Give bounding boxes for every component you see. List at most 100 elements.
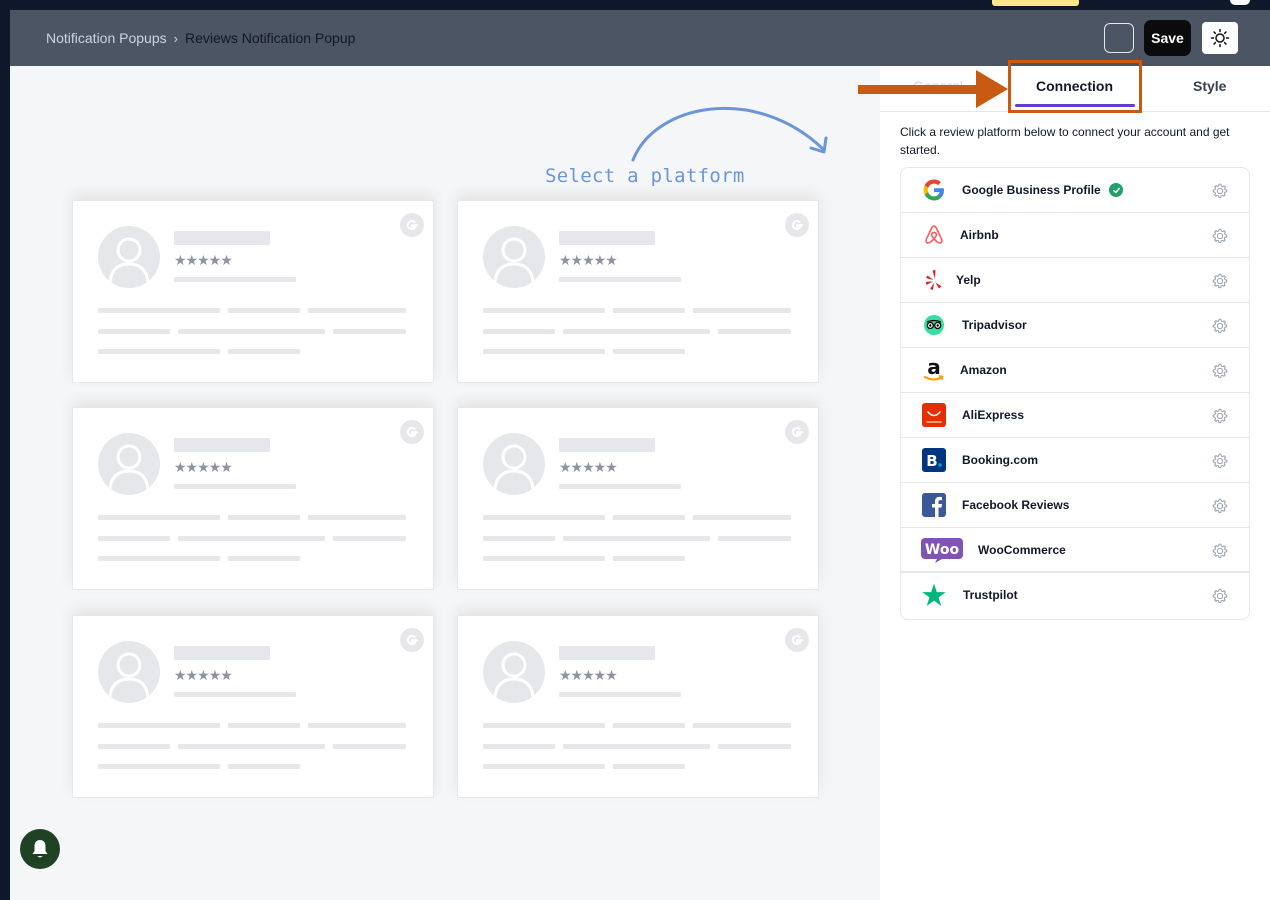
gear-icon[interactable] — [1211, 407, 1229, 425]
breadcrumb-parent-link[interactable]: Notification Popups — [46, 30, 167, 46]
date-placeholder-bar — [559, 277, 681, 282]
gear-icon[interactable] — [1211, 542, 1229, 560]
platform-name: Trustpilot — [963, 588, 1018, 602]
review-card-placeholder: ★★★★★ — [457, 407, 819, 590]
svg-text:Woo: Woo — [925, 542, 960, 558]
name-placeholder-bar — [559, 231, 655, 245]
gear-icon[interactable] — [1211, 272, 1229, 290]
gear-icon[interactable] — [1211, 452, 1229, 470]
text-placeholder-bar — [333, 329, 406, 334]
platform-row-airbnb[interactable]: Airbnb — [901, 213, 1249, 258]
text-placeholder-bar — [333, 536, 406, 541]
preview-button[interactable] — [1104, 23, 1134, 53]
notification-bell-button[interactable] — [20, 829, 60, 869]
platform-row-booking[interactable]: B Booking.com — [901, 438, 1249, 483]
avatar-placeholder-icon — [98, 226, 160, 288]
google-g-icon — [400, 420, 424, 444]
text-placeholder-bar — [693, 515, 791, 520]
svg-text:a: a — [927, 357, 941, 379]
name-placeholder-bar — [174, 231, 270, 245]
platform-name: Facebook Reviews — [962, 498, 1070, 512]
text-placeholder-bar — [693, 723, 791, 728]
review-card-placeholder: ★★★★★ — [72, 615, 434, 798]
text-placeholder-bar — [483, 329, 555, 334]
platform-name: WooCommerce — [978, 543, 1066, 557]
airbnb-icon — [921, 222, 947, 248]
platform-row-trustpilot[interactable]: Trustpilot — [901, 573, 1249, 619]
avatar-placeholder-icon — [483, 226, 545, 288]
text-placeholder-bar — [98, 329, 170, 334]
gear-icon[interactable] — [1211, 182, 1229, 200]
platform-row-facebook[interactable]: Facebook Reviews — [901, 483, 1249, 528]
rating-stars: ★★★★★ — [559, 667, 618, 683]
platform-row-woocommerce[interactable]: Woo WooCommerce — [901, 528, 1249, 573]
platform-row-tripadvisor[interactable]: Tripadvisor — [901, 303, 1249, 348]
bell-icon — [32, 840, 48, 858]
save-button[interactable]: Save — [1144, 20, 1191, 56]
platform-row-yelp[interactable]: Yelp — [901, 258, 1249, 303]
settings-panel: General Connection Style Click a review … — [858, 60, 1270, 900]
sun-icon — [1210, 28, 1230, 48]
platform-name: Airbnb — [960, 228, 999, 242]
google-icon — [921, 177, 947, 203]
rating-stars: ★★★★★ — [559, 459, 618, 475]
connection-description: Click a review platform below to connect… — [900, 125, 1230, 157]
name-placeholder-bar — [559, 646, 655, 660]
facebook-icon — [921, 492, 947, 518]
platform-row-aliexpress[interactable]: AliExpress — [901, 393, 1249, 438]
header-bar: Notification Popups › Reviews Notificati… — [10, 10, 1270, 66]
tab-highlight-box — [1008, 60, 1142, 113]
settings-tabs: General Connection Style — [858, 60, 1270, 113]
gear-icon[interactable] — [1211, 362, 1229, 380]
text-placeholder-bar — [718, 536, 791, 541]
platform-list: Google Business Profile Airbnb Yelp Trip… — [900, 167, 1250, 620]
google-g-icon — [785, 420, 809, 444]
platform-row-amazon[interactable]: a Amazon — [901, 348, 1249, 393]
booking-icon: B — [921, 447, 947, 473]
text-placeholder-bar — [333, 744, 406, 749]
aliexpress-icon — [921, 402, 947, 428]
tripadvisor-icon — [921, 312, 947, 338]
review-card-placeholder: ★★★★★ — [457, 200, 819, 383]
gear-icon[interactable] — [1211, 227, 1229, 245]
text-placeholder-bar — [98, 308, 220, 313]
tab-style[interactable]: Style — [1193, 78, 1226, 94]
rating-stars: ★★★★★ — [174, 252, 233, 268]
app-frame: Notification Popups › Reviews Notificati… — [10, 10, 1270, 900]
name-placeholder-bar — [174, 438, 270, 452]
avatar-placeholder-icon — [98, 641, 160, 703]
text-placeholder-bar — [98, 349, 220, 354]
text-placeholder-bar — [613, 308, 685, 313]
platform-name: Amazon — [960, 363, 1007, 377]
top-avatar-edge — [1230, 0, 1250, 5]
platform-name: Booking.com — [962, 453, 1039, 467]
text-placeholder-bar — [483, 515, 605, 520]
google-g-icon — [785, 213, 809, 237]
theme-toggle-button[interactable] — [1202, 22, 1238, 54]
date-placeholder-bar — [559, 692, 681, 697]
platform-row-google[interactable]: Google Business Profile — [901, 168, 1249, 213]
date-placeholder-bar — [174, 277, 296, 282]
date-placeholder-bar — [174, 692, 296, 697]
avatar-placeholder-icon — [483, 433, 545, 495]
text-placeholder-bar — [613, 349, 685, 354]
gear-icon[interactable] — [1211, 317, 1229, 335]
rating-stars: ★★★★★ — [174, 667, 233, 683]
gear-icon[interactable] — [1211, 587, 1229, 605]
connected-check-icon — [1109, 183, 1123, 197]
text-placeholder-bar — [693, 308, 791, 313]
text-placeholder-bar — [483, 536, 555, 541]
text-placeholder-bar — [563, 329, 710, 334]
text-placeholder-bar — [613, 723, 685, 728]
woocommerce-icon: Woo — [921, 537, 963, 563]
select-platform-annotation: Select a platform — [545, 165, 745, 187]
date-placeholder-bar — [174, 484, 296, 489]
text-placeholder-bar — [483, 349, 605, 354]
gear-icon[interactable] — [1211, 497, 1229, 515]
svg-text:B: B — [926, 452, 937, 470]
platform-name: Tripadvisor — [962, 318, 1027, 332]
top-accent-strip — [992, 0, 1079, 6]
text-placeholder-bar — [483, 556, 605, 561]
text-placeholder-bar — [718, 744, 791, 749]
text-placeholder-bar — [483, 764, 605, 769]
